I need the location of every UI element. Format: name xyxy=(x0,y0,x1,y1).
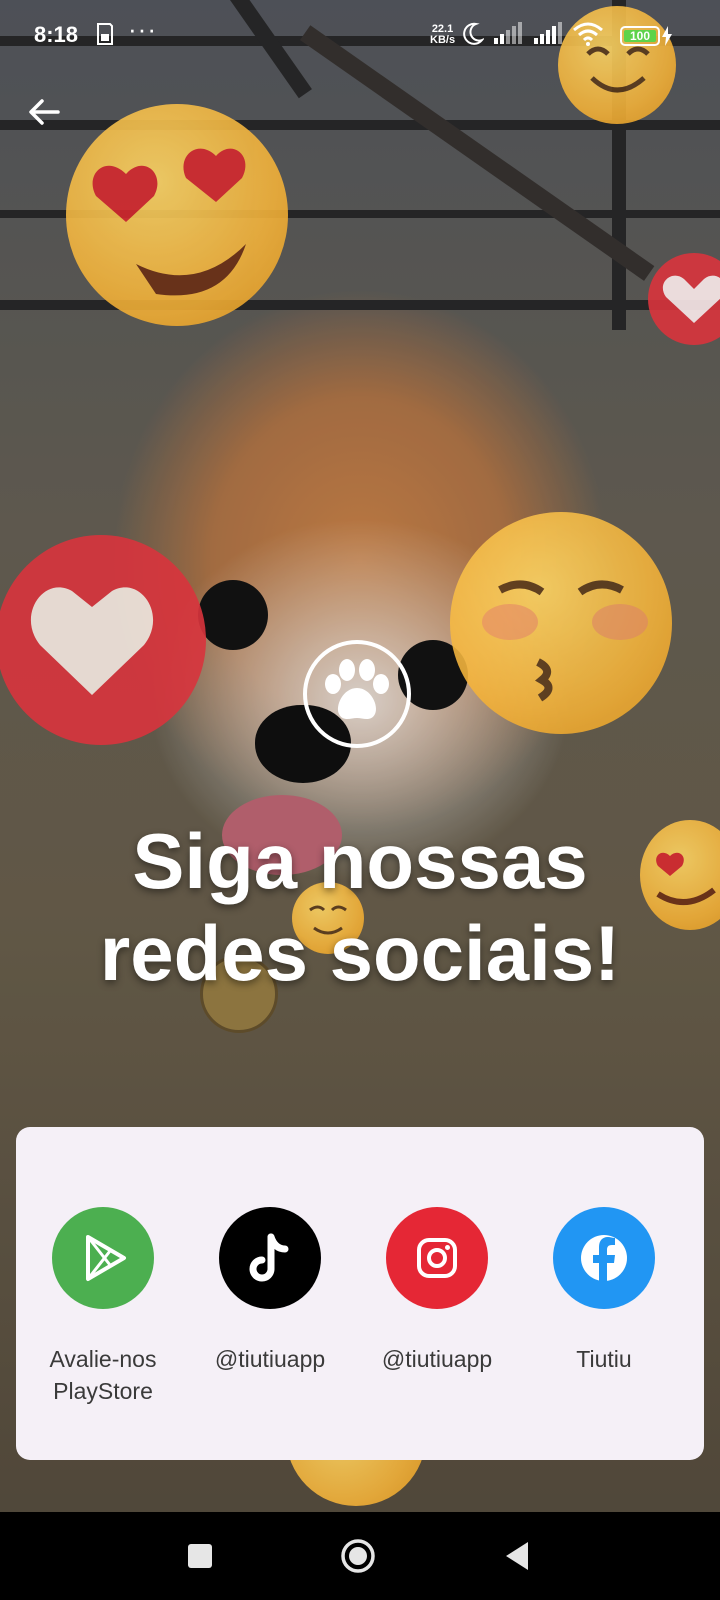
social-item-instagram[interactable]: @tiutiuapp xyxy=(352,1207,522,1375)
square-icon xyxy=(188,1544,212,1568)
playstore-button[interactable] xyxy=(52,1207,154,1309)
heart-reaction-small xyxy=(648,253,720,345)
paw-logo-badge xyxy=(303,640,411,748)
instagram-label: @tiutiuapp xyxy=(381,1346,493,1372)
social-item-tiktok[interactable]: @tiutiuapp xyxy=(185,1207,355,1375)
instagram-button[interactable] xyxy=(386,1207,488,1309)
status-bar: 8:18 ··· 22.1 KB/s 100 xyxy=(0,0,720,72)
arrow-left-icon xyxy=(29,99,60,125)
facebook-icon xyxy=(581,1235,627,1283)
wifi-icon xyxy=(572,22,604,51)
title-line-1: Siga nossas xyxy=(132,817,588,905)
heart-eyes-emoji-large xyxy=(66,104,288,326)
circle-home-icon xyxy=(341,1539,375,1573)
page-title: Siga nossas redes sociais! xyxy=(0,815,720,999)
triangle-back-icon xyxy=(506,1542,528,1570)
back-arrow-button[interactable] xyxy=(24,92,64,132)
social-item-facebook[interactable]: Tiutiu xyxy=(519,1207,689,1375)
network-speed-unit: KB/s xyxy=(430,34,456,46)
facebook-label: Tiutiu xyxy=(576,1346,632,1372)
sim-icon xyxy=(96,22,114,51)
heart-reaction-large xyxy=(0,535,206,745)
tiktok-button[interactable] xyxy=(219,1207,321,1309)
playstore-label-line1: Avalie-nos xyxy=(49,1346,157,1372)
do-not-disturb-moon-icon xyxy=(462,22,485,51)
charging-bolt-icon xyxy=(662,26,672,51)
playstore-label: Avalie-nos PlayStore xyxy=(18,1343,188,1407)
battery-level: 100 xyxy=(629,29,651,43)
battery-icon: 100 xyxy=(620,26,660,46)
recents-button[interactable] xyxy=(186,1542,214,1570)
more-notifications-icon: ··· xyxy=(128,14,157,44)
facebook-button[interactable] xyxy=(553,1207,655,1309)
play-store-icon xyxy=(86,1235,126,1281)
home-button[interactable] xyxy=(340,1538,376,1574)
playstore-label-line2: PlayStore xyxy=(53,1378,153,1404)
signal-icon-1 xyxy=(494,22,524,49)
system-nav-bar xyxy=(0,1512,720,1600)
title-line-2: redes sociais! xyxy=(99,909,621,997)
signal-icon-2 xyxy=(534,22,564,49)
paw-icon xyxy=(325,659,389,719)
network-speed: 22.1 KB/s xyxy=(430,24,455,46)
social-links-card: Avalie-nos PlayStore @tiutiuapp @tiutiua… xyxy=(16,1127,704,1460)
social-item-playstore[interactable]: Avalie-nos PlayStore xyxy=(18,1207,188,1407)
back-nav-button[interactable] xyxy=(502,1540,532,1572)
kissing-emoji xyxy=(450,512,672,734)
instagram-icon xyxy=(417,1238,457,1278)
tiktok-label: @tiutiuapp xyxy=(214,1346,326,1372)
status-time: 8:18 xyxy=(34,22,79,47)
tiktok-icon xyxy=(249,1233,289,1282)
